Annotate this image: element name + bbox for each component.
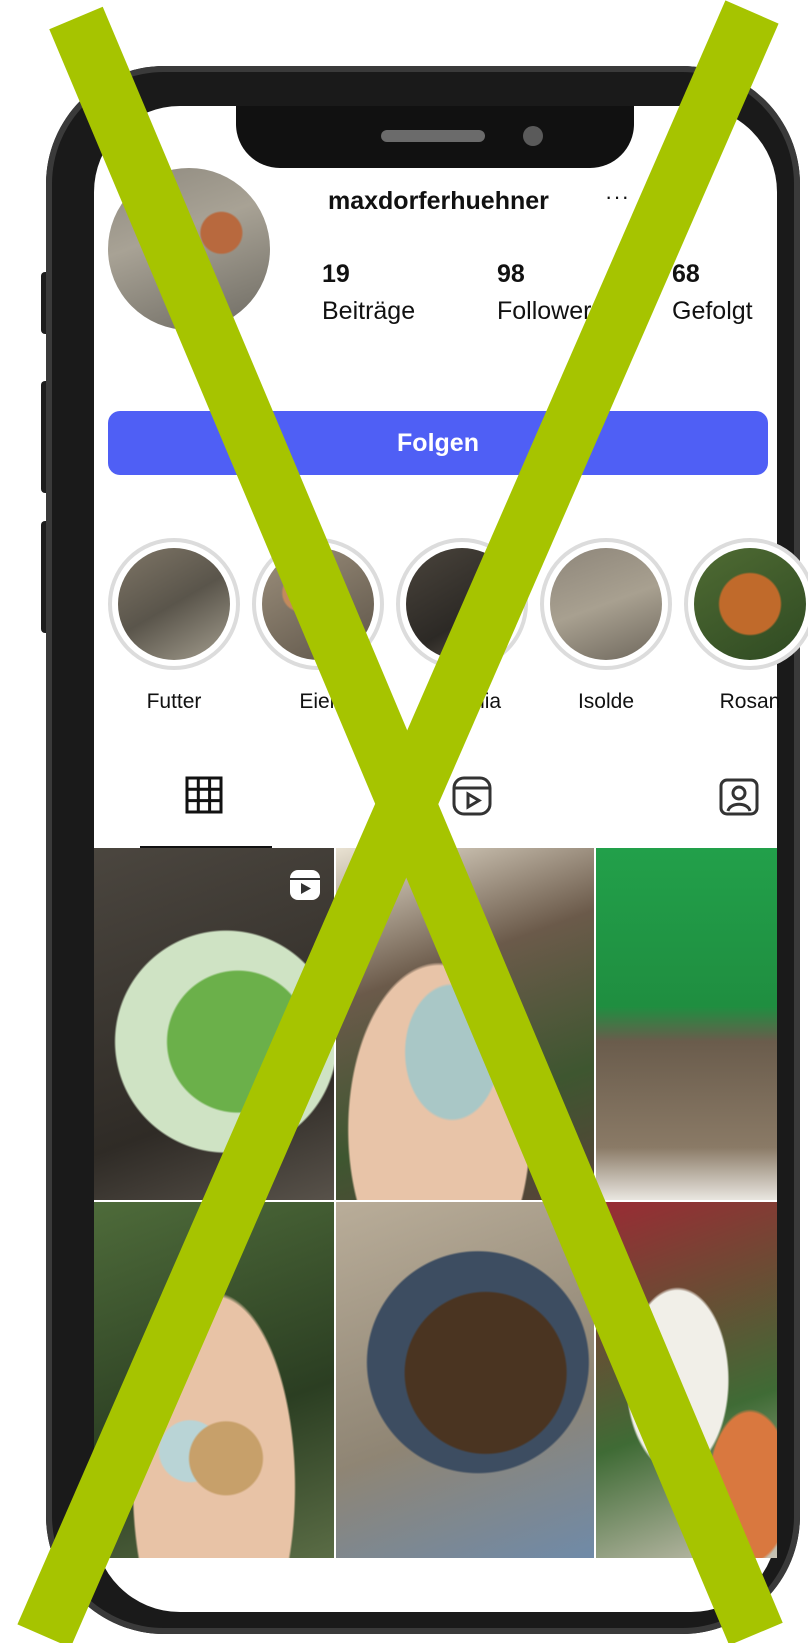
stat-posts-label: Beiträge [322,297,416,325]
highlight-futter[interactable]: Futter [108,538,240,714]
stat-following[interactable]: 68 Gefolgt [672,260,772,326]
speaker-grill [381,130,485,142]
highlight-label: Futter [146,690,202,713]
highlight-label: Cornelia [422,690,502,713]
highlight-thumbnail [118,548,230,660]
post-grid [94,848,777,1558]
highlight-label: Eier [299,690,337,713]
highlight-ring [252,538,384,670]
stat-posts[interactable]: 19 Beiträge [322,260,415,326]
post-thumbnail[interactable] [336,848,594,1200]
post-thumbnail[interactable] [94,1202,334,1558]
reels-icon [452,776,492,816]
highlight-ring [684,538,808,670]
reel-badge-icon [290,870,320,900]
tab-posts[interactable] [184,775,224,820]
profile-username: maxdorferhuehner [328,187,549,215]
highlight-ring [108,538,240,670]
post-thumbnail[interactable] [336,1202,594,1558]
post-thumbnail[interactable] [94,848,334,1200]
post-thumbnail[interactable] [596,848,777,1200]
tab-tagged[interactable] [718,775,760,822]
highlight-isolde[interactable]: Isolde [540,538,672,714]
stat-following-label: Gefolgt [672,297,753,325]
notch [236,106,634,168]
profile-avatar[interactable] [108,168,270,330]
highlight-eier[interactable]: Eier [252,538,384,714]
highlight-ring [540,538,672,670]
follow-button[interactable]: Folgen [108,411,768,475]
front-camera [523,126,543,146]
highlight-label: Rosan [719,690,781,713]
highlight-thumbnail [406,548,518,660]
stat-followers[interactable]: 98 Follower [497,260,591,326]
highlight-cornelia[interactable]: Cornelia [396,538,528,714]
highlight-thumbnail [550,548,662,660]
stat-following-count: 68 [672,260,700,288]
tab-reels[interactable] [451,775,493,822]
more-options-icon[interactable]: ··· [605,184,630,210]
highlight-thumbnail [694,548,806,660]
highlight-thumbnail [262,548,374,660]
highlight-rosan[interactable]: Rosan [684,538,808,714]
highlight-label: Isolde [577,690,635,713]
stat-followers-count: 98 [497,260,525,288]
grid-icon [185,776,223,814]
stat-posts-count: 19 [322,260,350,288]
highlight-ring [396,538,528,670]
stat-followers-label: Follower [497,297,592,325]
post-thumbnail[interactable] [596,1202,777,1558]
tagged-icon [719,778,759,816]
